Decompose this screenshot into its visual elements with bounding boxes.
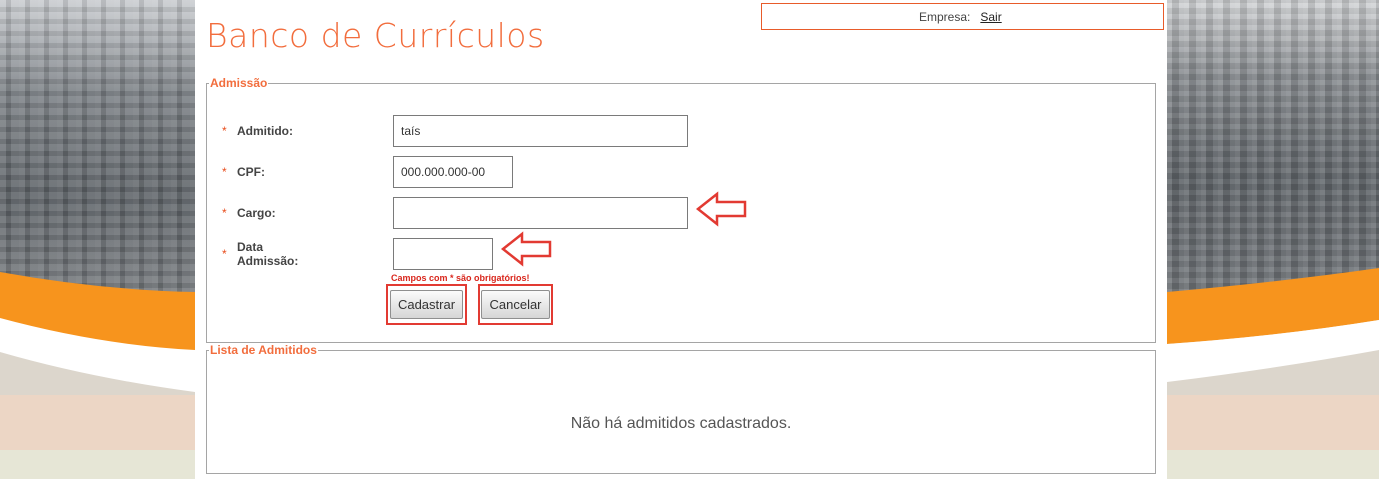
cancel-button[interactable]: Cancelar bbox=[481, 290, 550, 319]
left-arrow-icon bbox=[500, 231, 552, 267]
empty-list-message: Não há admitidos cadastrados. bbox=[570, 415, 792, 432]
cancel-button-highlight: Cancelar bbox=[478, 284, 553, 325]
admission-legend: Admissão bbox=[210, 76, 268, 90]
admission-fieldset: Admissão * Admitido: * CPF: * Cargo: * D… bbox=[206, 76, 1156, 343]
role-input[interactable] bbox=[393, 197, 688, 229]
user-bar: Empresa: Sair bbox=[761, 3, 1164, 30]
main-panel: Banco de Currículos Empresa: Sair Admiss… bbox=[195, 0, 1167, 479]
admission-date-label: Data Admissão: bbox=[237, 240, 299, 268]
admitted-list-legend: Lista de Admitidos bbox=[210, 343, 317, 357]
required-fields-note: Campos com * são obrigatórios! bbox=[391, 273, 530, 283]
left-arrow-icon bbox=[695, 191, 747, 227]
company-label: Empresa: bbox=[919, 9, 971, 24]
required-marker: * bbox=[222, 206, 227, 220]
required-marker: * bbox=[222, 124, 227, 138]
required-marker: * bbox=[222, 165, 227, 179]
submit-button-highlight: Cadastrar bbox=[386, 284, 467, 325]
admitted-input[interactable] bbox=[393, 115, 688, 147]
admitted-list-fieldset: Lista de Admitidos Não há admitidos cada… bbox=[206, 343, 1156, 474]
admission-date-input[interactable] bbox=[393, 238, 493, 270]
logout-link[interactable]: Sair bbox=[980, 10, 1001, 24]
page-title: Banco de Currículos bbox=[206, 16, 545, 55]
cpf-label: CPF: bbox=[237, 165, 265, 179]
submit-button[interactable]: Cadastrar bbox=[389, 290, 464, 319]
admitted-label: Admitido: bbox=[237, 124, 293, 138]
cpf-input[interactable] bbox=[393, 156, 513, 188]
role-label: Cargo: bbox=[237, 206, 276, 220]
required-marker: * bbox=[222, 247, 227, 261]
